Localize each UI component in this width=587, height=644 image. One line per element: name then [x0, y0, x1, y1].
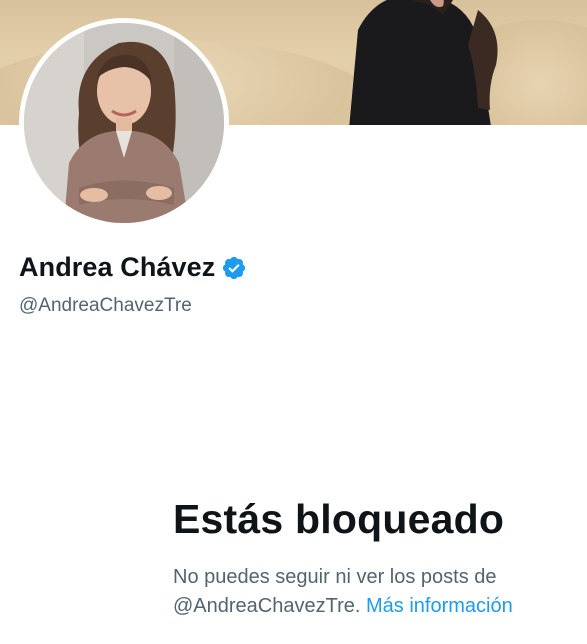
profile-avatar[interactable]: [19, 18, 229, 228]
avatar-photo: [24, 23, 224, 223]
more-info-link[interactable]: Más información: [366, 595, 513, 617]
profile-handle: @AndreaChavezTre: [19, 295, 192, 316]
profile-name-row: Andrea Chávez: [19, 252, 247, 283]
blocked-message: No puedes seguir ni ver los posts de @An…: [173, 563, 573, 621]
blocked-message-text: No puedes seguir ni ver los posts de: [173, 566, 497, 588]
blocked-title: Estás bloqueado: [173, 496, 505, 542]
verified-badge-icon[interactable]: [221, 255, 247, 281]
blocked-message-handle: @AndreaChavezTre.: [173, 595, 361, 617]
display-name: Andrea Chávez: [19, 252, 216, 282]
banner-photo-person: [349, 0, 498, 125]
